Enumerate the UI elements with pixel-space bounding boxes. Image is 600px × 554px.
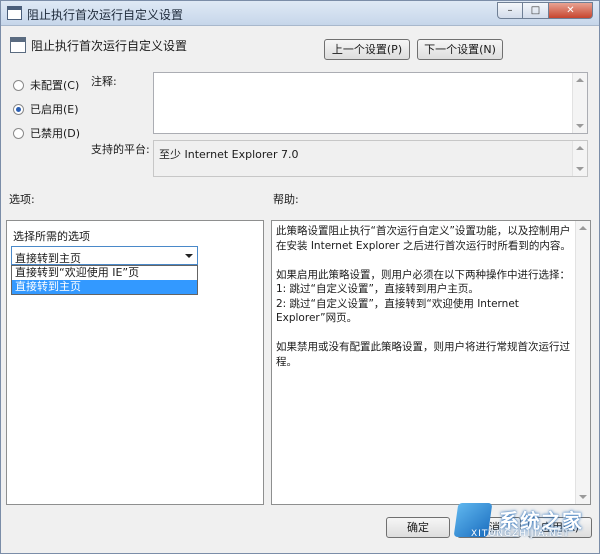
comment-textbox[interactable] (153, 72, 588, 134)
comment-scrollbar[interactable] (572, 73, 587, 133)
option-dropdown-list: 直接转到“欢迎使用 IE”页 直接转到主页 (11, 265, 198, 295)
option-not-configured[interactable]: 未配置(C) (13, 77, 79, 93)
prev-setting-button[interactable]: 上一个设置(P) (324, 39, 410, 60)
help-paragraph: 如果启用此策略设置，则用户必须在以下两种操作中进行选择： 1: 跳过“自定义设置… (276, 268, 570, 325)
scroll-up-icon[interactable] (576, 146, 584, 150)
ok-button[interactable]: 确定 (386, 517, 450, 538)
chevron-down-icon[interactable] (185, 254, 193, 258)
option-label: 未配置(C) (30, 79, 80, 92)
choose-option-label: 选择所需的选项 (13, 230, 90, 243)
dropdown-option-welcome-page[interactable]: 直接转到“欢迎使用 IE”页 (12, 266, 197, 280)
option-label: 已启用(E) (30, 103, 79, 116)
scroll-down-icon[interactable] (579, 495, 587, 499)
options-panel: 选择所需的选项 直接转到主页 直接转到“欢迎使用 IE”页 直接转到主页 (6, 220, 264, 505)
help-paragraph: 如果禁用或没有配置此策略设置，则用户将进行常规首次运行过程。 (276, 341, 570, 368)
policy-icon (10, 37, 26, 53)
minimize-button[interactable]: – (497, 2, 523, 19)
help-paragraph: 此策略设置阻止执行“首次运行自定义”设置功能，以及控制用户在安装 Interne… (276, 225, 571, 252)
dialog-window: 阻止执行首次运行自定义设置 – □ ✕ 阻止执行首次运行自定义设置 上一个设置(… (0, 0, 600, 554)
next-setting-button[interactable]: 下一个设置(N) (417, 39, 503, 60)
option-disabled[interactable]: 已禁用(D) (13, 125, 80, 141)
radio-enabled[interactable] (13, 103, 24, 115)
help-scrollbar[interactable] (575, 221, 590, 504)
comment-label: 注释: (91, 75, 117, 88)
help-panel: 此策略设置阻止执行“首次运行自定义”设置功能，以及控制用户在安装 Interne… (271, 220, 591, 505)
option-select-value: 直接转到主页 (15, 252, 81, 265)
minimize-icon: – (507, 5, 513, 16)
help-label: 帮助: (273, 193, 299, 206)
option-label: 已禁用(D) (30, 127, 81, 140)
option-enabled[interactable]: 已启用(E) (13, 101, 79, 117)
supported-value: 至少 Internet Explorer 7.0 (159, 148, 299, 161)
close-button[interactable]: ✕ (549, 2, 593, 19)
scroll-up-icon[interactable] (579, 226, 587, 230)
option-select[interactable]: 直接转到主页 (11, 246, 198, 265)
radio-not-configured[interactable] (13, 79, 24, 91)
supported-label: 支持的平台: (91, 143, 150, 156)
scroll-down-icon[interactable] (576, 124, 584, 128)
maximize-icon: □ (530, 5, 541, 16)
help-text: 此策略设置阻止执行“首次运行自定义”设置功能，以及控制用户在安装 Interne… (276, 224, 572, 369)
window-icon (7, 6, 22, 20)
scroll-down-icon[interactable] (576, 167, 584, 171)
watermark-subtext: XITONGZHIJIA.NET (471, 529, 570, 539)
dropdown-option-home-page[interactable]: 直接转到主页 (12, 280, 197, 294)
setting-title: 阻止执行首次运行自定义设置 (31, 39, 188, 53)
window-title: 阻止执行首次运行自定义设置 (27, 8, 184, 22)
scroll-up-icon[interactable] (576, 78, 584, 82)
maximize-button[interactable]: □ (523, 2, 549, 19)
options-label: 选项: (9, 193, 35, 206)
supported-scrollbar[interactable] (572, 141, 587, 176)
close-icon: ✕ (566, 5, 575, 16)
supported-textbox: 至少 Internet Explorer 7.0 (153, 140, 588, 177)
radio-disabled[interactable] (13, 127, 24, 139)
title-bar[interactable]: 阻止执行首次运行自定义设置 – □ ✕ (1, 1, 599, 26)
